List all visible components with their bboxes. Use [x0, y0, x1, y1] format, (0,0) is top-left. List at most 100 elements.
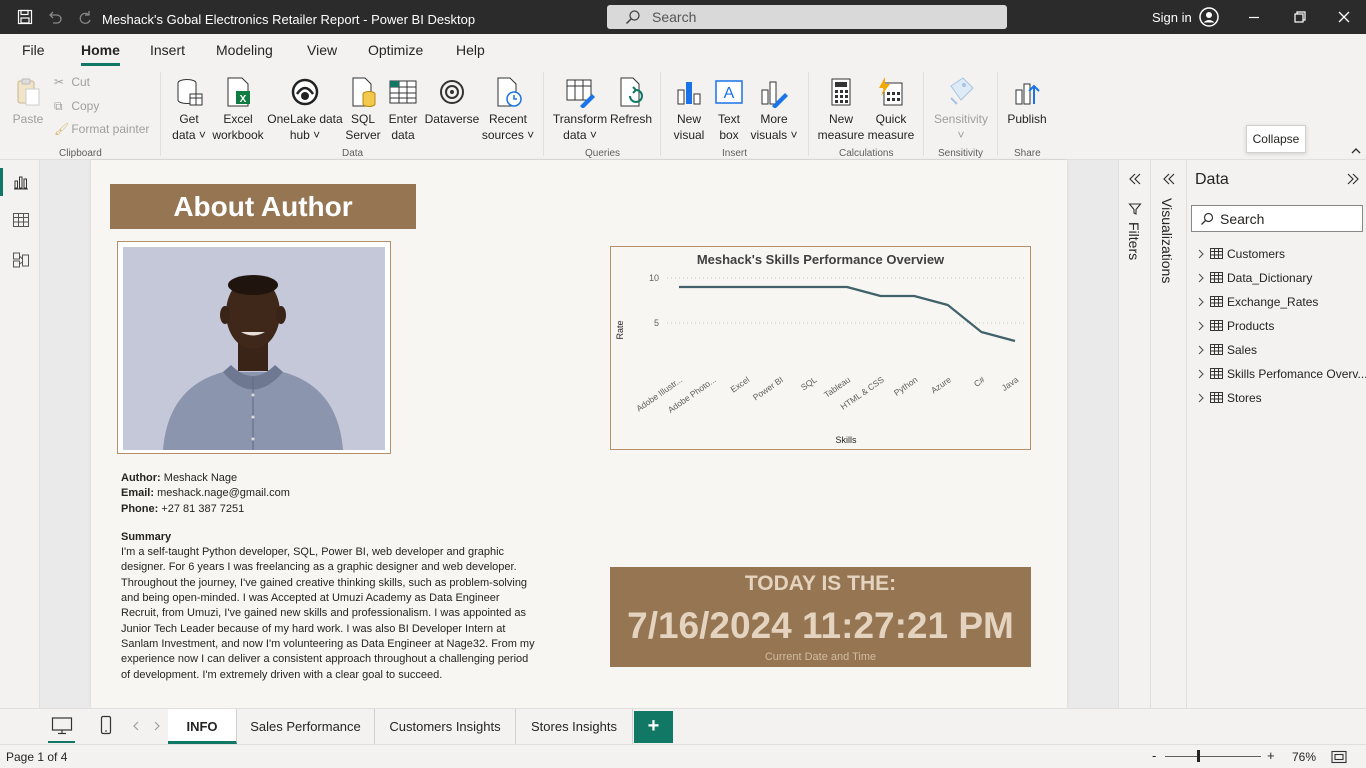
- zoom-in-icon[interactable]: +: [1267, 748, 1275, 763]
- menu-insert[interactable]: Insert: [150, 42, 185, 58]
- collapse-tooltip: Collapse: [1246, 125, 1306, 153]
- paste-icon: [17, 78, 40, 106]
- new-visual-label-2: visual: [673, 128, 705, 142]
- user-avatar-icon[interactable]: [1199, 7, 1219, 27]
- report-view-icon[interactable]: [12, 173, 30, 191]
- sensitivity-button[interactable]: Sensitivity ˅: [930, 76, 992, 143]
- fit-to-page-icon[interactable]: [1331, 750, 1347, 764]
- today-card[interactable]: TODAY IS THE: 7/16/2024 11:27:21 PM Curr…: [610, 567, 1031, 667]
- close-icon[interactable]: [1336, 9, 1352, 25]
- view-rail: [0, 160, 40, 708]
- mobile-layout-icon[interactable]: [100, 715, 112, 735]
- zoom-out-icon[interactable]: -: [1152, 748, 1156, 763]
- sql-server-button[interactable]: SQL Server: [344, 76, 382, 143]
- page-tab-stores-insights[interactable]: Stores Insights: [516, 709, 633, 744]
- recent-label-2: sources: [481, 128, 524, 142]
- title-bar: Meshack's Gobal Electronics Retailer Rep…: [0, 0, 1366, 34]
- chevron-down-icon: ˅: [195, 128, 206, 142]
- onelake-hub-button[interactable]: OneLake data hub ˅: [266, 76, 344, 143]
- svg-text:X: X: [240, 94, 247, 105]
- collapse-ribbon-icon[interactable]: [1350, 146, 1362, 156]
- restore-icon[interactable]: [1292, 9, 1308, 25]
- copy-button[interactable]: ⧉ Copy: [54, 99, 99, 114]
- refresh-label: Refresh: [610, 112, 653, 126]
- scroll-left-icon[interactable]: [132, 721, 140, 731]
- redo-icon[interactable]: [77, 9, 93, 25]
- active-layout-indicator: [48, 741, 75, 743]
- queries-group-label: Queries: [585, 148, 621, 159]
- desktop-layout-icon[interactable]: [51, 716, 73, 736]
- page-tab-customers-insights[interactable]: Customers Insights: [375, 709, 516, 744]
- table-item-label: Data_Dictionary: [1227, 271, 1313, 285]
- report-page[interactable]: About Author Author: Meshack Nage Email:…: [91, 160, 1067, 708]
- menu-optimize[interactable]: Optimize: [368, 42, 423, 58]
- menu-home[interactable]: Home: [81, 42, 120, 58]
- menu-modeling[interactable]: Modeling: [216, 42, 273, 58]
- filter-icon: [1128, 203, 1142, 215]
- scroll-right-icon[interactable]: [153, 721, 161, 731]
- publish-label: Publish: [1007, 112, 1047, 126]
- page-tab-sales-performance[interactable]: Sales Performance: [237, 709, 375, 744]
- get-data-button[interactable]: Get data ˅: [170, 76, 208, 143]
- table-icon: [1210, 272, 1223, 283]
- table-view-icon[interactable]: [12, 211, 30, 229]
- chevron-right-icon: [1198, 321, 1204, 331]
- publish-button[interactable]: Publish: [1004, 76, 1050, 127]
- dataverse-button[interactable]: Dataverse: [424, 76, 480, 127]
- today-subtitle: Current Date and Time: [764, 651, 877, 663]
- data-search-input[interactable]: Search: [1191, 205, 1363, 232]
- save-icon[interactable]: [17, 9, 33, 25]
- visualizations-pane[interactable]: Visualizations: [1150, 160, 1186, 708]
- filters-pane[interactable]: Filters: [1118, 160, 1150, 708]
- bar-chart-icon: [677, 82, 701, 105]
- quick-measure-button[interactable]: Quick measure: [866, 76, 916, 143]
- onelake-icon: [291, 78, 319, 106]
- svg-text:A: A: [724, 85, 735, 102]
- undo-icon[interactable]: [47, 9, 63, 25]
- recent-sources-button[interactable]: Recent sources ˅: [480, 76, 536, 143]
- excel-workbook-button[interactable]: X Excel workbook: [210, 76, 266, 143]
- chevron-right-icon: [1198, 249, 1204, 259]
- transform-data-button[interactable]: Transform data ˅: [552, 76, 608, 143]
- enter-data-button[interactable]: Enter data: [385, 76, 421, 143]
- collapse-data-pane-icon[interactable]: [1346, 172, 1360, 186]
- expand-visualizations-icon[interactable]: [1162, 172, 1176, 186]
- active-view-indicator: [0, 168, 3, 196]
- more-visuals-icon: [761, 81, 788, 108]
- cut-icon: ✂: [54, 75, 65, 89]
- zoom-slider-thumb[interactable]: [1197, 750, 1200, 762]
- author-line: Author: Meshack Nage: [121, 471, 551, 486]
- menu-help[interactable]: Help: [456, 42, 485, 58]
- paste-button[interactable]: Paste: [10, 76, 46, 127]
- table-item-label: Stores: [1227, 391, 1262, 405]
- more-visuals-label-1: More: [760, 112, 788, 126]
- minimize-icon[interactable]: [1246, 9, 1262, 25]
- new-measure-button[interactable]: New measure: [816, 76, 866, 143]
- model-view-icon[interactable]: [12, 251, 30, 269]
- zoom-slider-track[interactable]: [1165, 756, 1261, 757]
- collapse-filters-icon[interactable]: [1128, 172, 1142, 186]
- format-painter-icon: 🖌: [54, 122, 70, 136]
- skills-series-line: [679, 285, 1016, 343]
- text-box-button[interactable]: A Text box: [710, 76, 748, 143]
- format-painter-button[interactable]: 🖌 Format painter: [54, 122, 149, 136]
- paste-label: Paste: [12, 112, 44, 126]
- title-search-box[interactable]: Search: [607, 5, 1007, 29]
- author-phone: +27 81 387 7251: [161, 502, 245, 515]
- database-icon: [177, 79, 203, 106]
- x-tick-label: Java: [1000, 374, 1021, 393]
- add-page-button[interactable]: +: [634, 711, 673, 743]
- menu-file[interactable]: File: [22, 42, 45, 58]
- cut-button[interactable]: ✂ Cut: [54, 75, 90, 89]
- skills-chart[interactable]: Meshack's Skills Performance Overview 51…: [610, 246, 1031, 450]
- transform-label-2: data: [563, 128, 587, 142]
- chevron-down-icon: ˅: [957, 128, 965, 142]
- refresh-button[interactable]: Refresh: [610, 76, 652, 127]
- menu-view[interactable]: View: [307, 42, 337, 58]
- x-tick-label: SQL: [799, 374, 819, 392]
- sign-in-link[interactable]: Sign in: [1152, 10, 1192, 25]
- new-visual-button[interactable]: New visual: [670, 76, 708, 143]
- more-visuals-button[interactable]: More visuals ˅: [750, 76, 798, 143]
- sensitivity-group-label: Sensitivity: [938, 148, 984, 159]
- page-tab-info[interactable]: INFO: [168, 709, 237, 744]
